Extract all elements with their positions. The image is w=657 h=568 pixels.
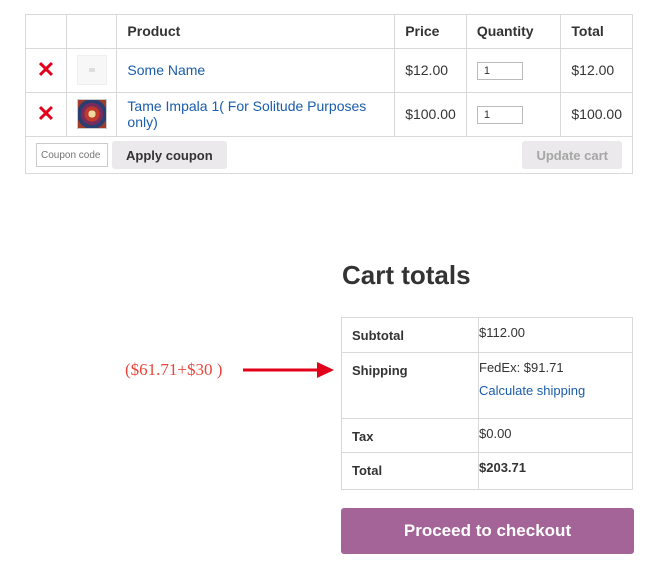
cart-totals-table: Subtotal $112.00 Shipping FedEx: $91.71 … — [341, 317, 633, 490]
table-row: ✕ Some Name $12.00 $12.00 — [26, 48, 632, 93]
table-row: ✕ Tame Impala 1( For Solitude Purposes o… — [26, 92, 632, 137]
order-total-label: Total — [342, 452, 479, 489]
product-thumbnail-placeholder[interactable] — [76, 55, 107, 85]
quantity-input[interactable] — [476, 105, 523, 124]
total-cell: $100.00 — [560, 92, 632, 137]
order-total-value: $203.71 — [479, 459, 526, 475]
quantity-input[interactable] — [476, 61, 523, 80]
header-quantity: Quantity — [466, 15, 562, 49]
remove-item-icon[interactable]: ✕ — [37, 101, 55, 126]
cart-header-row: Product Price Quantity Total — [26, 15, 632, 49]
proceed-to-checkout-button[interactable]: Proceed to checkout — [341, 508, 634, 554]
annotation-arrow-icon — [243, 362, 334, 378]
header-total: Total — [560, 15, 632, 49]
shipping-row: Shipping FedEx: $91.71 Calculate shippin… — [342, 352, 632, 419]
update-cart-button[interactable]: Update cart — [522, 141, 622, 170]
annotation-text: ($61.71+$30 ) — [125, 360, 223, 379]
product-link[interactable]: Some Name — [127, 62, 205, 78]
product-link[interactable]: Tame Impala 1( For Solitude Purposes onl… — [127, 98, 366, 130]
remove-item-icon[interactable]: ✕ — [37, 57, 55, 82]
price-cell: $12.00 — [394, 48, 467, 93]
subtotal-label: Subtotal — [342, 318, 479, 353]
placeholder-image-icon — [88, 68, 95, 72]
apply-coupon-button[interactable]: Apply coupon — [112, 141, 227, 170]
header-product: Product — [116, 15, 396, 49]
tax-row: Tax $0.00 — [342, 418, 632, 453]
cart-actions: Apply coupon Update cart — [36, 141, 622, 170]
coupon-input[interactable] — [36, 143, 108, 168]
subtotal-row: Subtotal $112.00 — [342, 318, 632, 353]
cart-actions-row: Apply coupon Update cart — [26, 136, 632, 174]
subtotal-value: $112.00 — [478, 318, 632, 353]
price-cell: $100.00 — [394, 92, 467, 137]
shipping-value: FedEx: $91.71 — [479, 359, 564, 375]
cart-totals-title: Cart totals — [342, 260, 471, 290]
header-thumbnail — [66, 15, 118, 49]
calculate-shipping-link[interactable]: Calculate shipping — [479, 383, 585, 398]
tax-value: $0.00 — [478, 418, 632, 453]
order-total-row: Total $203.71 — [342, 452, 632, 489]
header-remove — [26, 15, 67, 49]
header-price: Price — [394, 15, 467, 49]
shipping-label: Shipping — [342, 352, 479, 419]
cart-table: Product Price Quantity Total ✕ Some Name… — [25, 14, 633, 174]
total-cell: $12.00 — [560, 48, 632, 93]
product-thumbnail-image[interactable] — [76, 99, 107, 129]
tax-label: Tax — [342, 418, 479, 453]
coupon-form: Apply coupon — [36, 141, 227, 170]
